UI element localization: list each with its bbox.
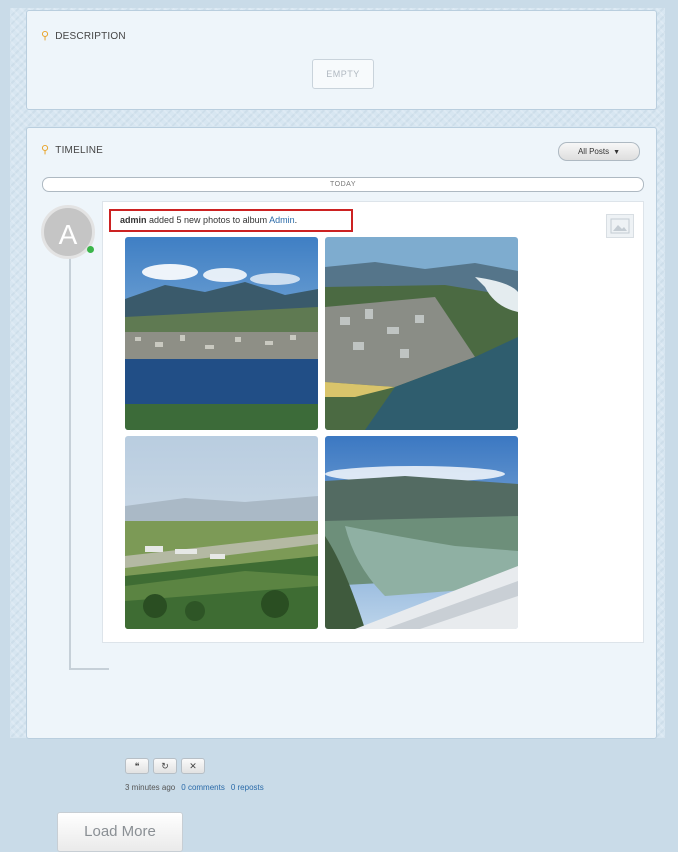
photo-grid xyxy=(125,237,519,629)
post-time: 3 minutes ago xyxy=(125,783,176,792)
timeline-line-end xyxy=(69,668,109,670)
photo-thumbnail[interactable] xyxy=(325,237,518,430)
photo-thumbnail[interactable] xyxy=(125,237,318,430)
photo-thumbnail[interactable] xyxy=(125,436,318,629)
comment-icon[interactable]: ❝ xyxy=(125,758,149,774)
description-panel: ⚲ DESCRIPTION EMPTY xyxy=(26,10,657,110)
timeline-line xyxy=(69,228,71,668)
today-divider: TODAY xyxy=(42,177,644,192)
delete-icon[interactable]: ✕ xyxy=(181,758,205,774)
album-link[interactable]: Admin xyxy=(269,215,295,225)
posts-filter-dropdown[interactable]: All Posts ▼ xyxy=(558,142,640,161)
key-icon: ⚲ xyxy=(41,144,50,156)
description-title: DESCRIPTION xyxy=(55,31,126,42)
timeline-title: TIMELINE xyxy=(55,145,103,156)
empty-placeholder: EMPTY xyxy=(312,59,374,89)
chevron-down-icon: ▼ xyxy=(613,149,621,156)
load-more-button[interactable]: Load More xyxy=(57,812,183,852)
post-suffix: . xyxy=(294,215,298,225)
post-action-text: added 5 new photos to album xyxy=(146,215,270,225)
filter-label: All Posts xyxy=(577,147,610,156)
timeline-panel: ⚲ TIMELINE All Posts ▼ TODAY A admin added… xyxy=(26,127,657,852)
reposts-link[interactable]: 0 reposts xyxy=(231,783,264,792)
repost-icon[interactable]: ↻ xyxy=(153,758,177,774)
post-headline: admin added 5 new photos to album Admin. xyxy=(109,209,353,232)
photo-icon xyxy=(606,214,634,238)
timeline-post: admin added 5 new photos to album Admin. xyxy=(102,201,644,643)
post-author-link[interactable]: admin xyxy=(120,215,147,225)
post-meta: 3 minutes ago 0 comments 0 reposts xyxy=(125,783,264,792)
description-header: ⚲ DESCRIPTION xyxy=(41,29,126,42)
photo-thumbnail[interactable] xyxy=(325,436,518,629)
timeline-header: ⚲ TIMELINE xyxy=(41,143,103,156)
comments-link[interactable]: 0 comments xyxy=(181,783,225,792)
online-status-dot xyxy=(87,246,94,253)
key-icon: ⚲ xyxy=(41,30,50,42)
